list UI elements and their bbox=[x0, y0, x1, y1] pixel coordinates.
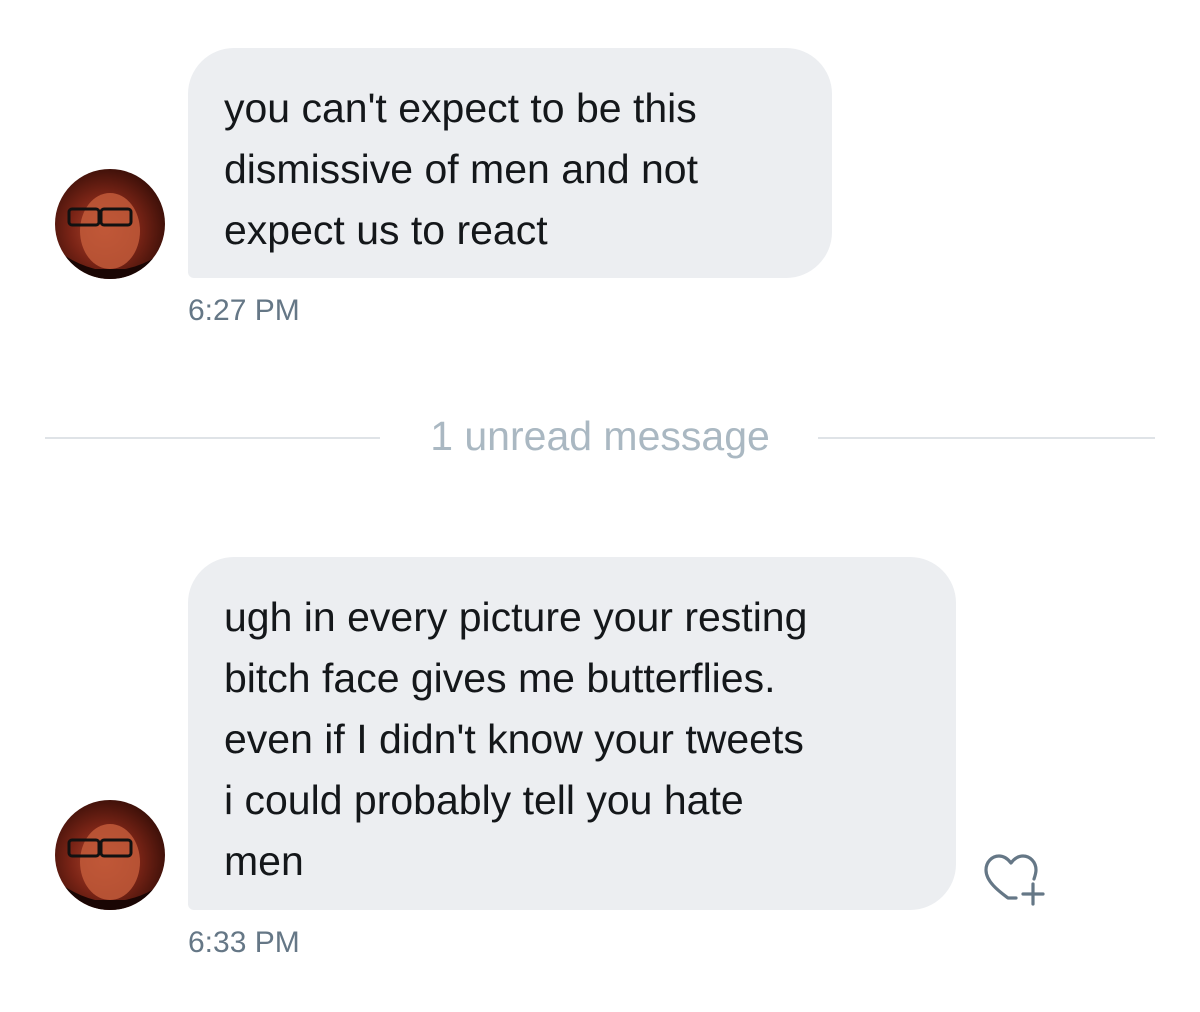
avatar[interactable] bbox=[55, 800, 165, 910]
divider-line-right bbox=[818, 437, 1155, 439]
message-bubble[interactable]: ugh in every picture your resting bitch … bbox=[188, 557, 956, 910]
avatar[interactable] bbox=[55, 169, 165, 279]
avatar-photo bbox=[55, 824, 165, 910]
avatar-photo bbox=[55, 193, 165, 279]
unread-divider-label: 1 unread message bbox=[430, 413, 770, 459]
message-timestamp: 6:33 PM bbox=[188, 926, 300, 959]
message-bubble[interactable]: you can't expect to be this dismissive o… bbox=[188, 48, 832, 278]
message-timestamp: 6:27 PM bbox=[188, 294, 300, 327]
heart-plus-icon[interactable] bbox=[978, 848, 1048, 908]
